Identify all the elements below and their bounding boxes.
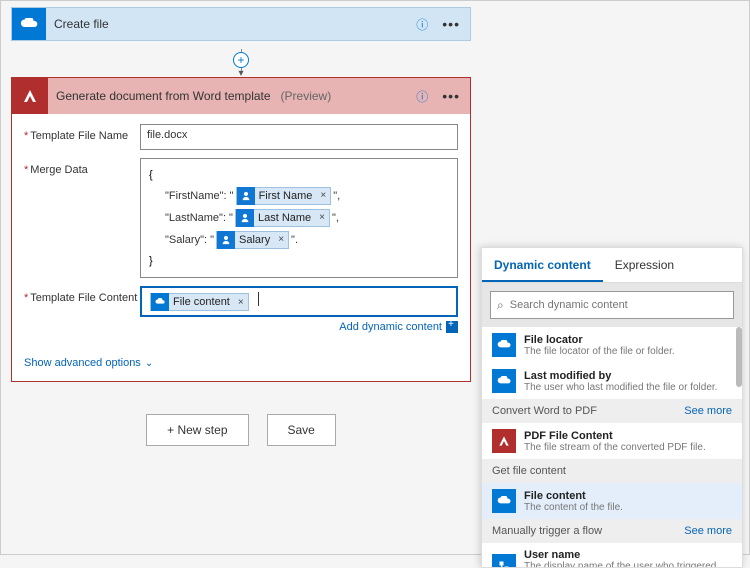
dynamic-content-panel: Dynamic content Expression ⌕ File locato… — [481, 247, 743, 568]
more-icon[interactable]: ••• — [442, 88, 460, 104]
chevron-down-icon: ⌄ — [145, 358, 153, 369]
dc-group-get-file-content: Get file content — [482, 459, 742, 483]
add-dynamic-content-icon[interactable] — [446, 321, 458, 333]
input-template-file-name[interactable]: file.docx — [140, 124, 458, 150]
tab-dynamic-content[interactable]: Dynamic content — [482, 248, 603, 282]
action-header[interactable]: Generate document from Word template (Pr… — [12, 78, 470, 114]
remove-token-icon[interactable]: × — [316, 186, 330, 206]
add-dynamic-content-link[interactable]: Add dynamic content — [339, 321, 442, 333]
token-first-name[interactable]: First Name × — [236, 187, 332, 205]
new-step-button[interactable]: + New step — [146, 414, 248, 446]
merge-line: "Salary": " Salary × ". — [149, 229, 449, 251]
add-step-button[interactable]: + — [233, 52, 249, 68]
onedrive-icon — [492, 369, 516, 393]
input-template-file-content[interactable]: File content × — [140, 286, 458, 317]
label-template-file-content: *Template File Content — [24, 286, 140, 304]
label-merge-data: *Merge Data — [24, 158, 140, 176]
token-last-name[interactable]: Last Name × — [235, 209, 330, 227]
help-icon[interactable]: ⓘ — [416, 88, 428, 105]
remove-token-icon[interactable]: × — [274, 230, 288, 250]
adobe-icon — [12, 78, 48, 114]
connector: + ▾ — [11, 49, 471, 77]
see-more-link[interactable]: See more — [684, 405, 732, 417]
onedrive-icon — [492, 489, 516, 513]
save-button[interactable]: Save — [267, 414, 336, 446]
dynamic-content-list: File locatorThe file locator of the file… — [482, 327, 742, 567]
step-title: Create file — [54, 17, 408, 31]
dc-item-file-locator[interactable]: File locatorThe file locator of the file… — [482, 327, 742, 363]
scrollbar[interactable] — [736, 327, 742, 387]
tab-expression[interactable]: Expression — [603, 248, 686, 282]
arrow-down-icon: ▾ — [238, 71, 243, 77]
dc-group-convert-word: Convert Word to PDFSee more — [482, 399, 742, 423]
onedrive-icon — [12, 8, 46, 40]
search-input[interactable] — [510, 299, 727, 311]
dc-item-last-modified-by[interactable]: Last modified byThe user who last modifi… — [482, 363, 742, 399]
search-icon: ⌕ — [497, 298, 504, 313]
flow-icon — [492, 554, 516, 567]
label-template-file-name: *Template File Name — [24, 124, 140, 142]
action-title: Generate document from Word template — [56, 89, 271, 103]
adobe-icon — [492, 429, 516, 453]
more-icon[interactable]: ••• — [442, 16, 460, 32]
dc-group-manual-trigger: Manually trigger a flowSee more — [482, 519, 742, 543]
remove-token-icon[interactable]: × — [234, 297, 248, 308]
show-advanced-options[interactable]: Show advanced options⌄ — [12, 349, 470, 381]
help-icon[interactable]: ⓘ — [416, 16, 428, 33]
onedrive-icon — [492, 333, 516, 357]
remove-token-icon[interactable]: × — [315, 208, 329, 228]
search-dynamic-content[interactable]: ⌕ — [490, 291, 734, 319]
action-generate-document: Generate document from Word template (Pr… — [11, 77, 471, 382]
action-suffix: (Preview) — [281, 89, 332, 103]
merge-line: "FirstName": " First Name × ", — [149, 185, 449, 207]
dc-item-pdf-file-content[interactable]: PDF File ContentThe file stream of the c… — [482, 423, 742, 459]
input-merge-data[interactable]: { "FirstName": " First Name × ", "LastNa — [140, 158, 458, 278]
dc-item-file-content[interactable]: File contentThe content of the file. — [482, 483, 742, 519]
step-create-file[interactable]: Create file ⓘ ••• — [11, 7, 471, 41]
see-more-link[interactable]: See more — [684, 525, 732, 537]
merge-line: "LastName": " Last Name × ", — [149, 207, 449, 229]
token-file-content[interactable]: File content × — [150, 293, 249, 311]
token-salary[interactable]: Salary × — [216, 231, 289, 249]
dc-item-user-name[interactable]: User nameThe display name of the user wh… — [482, 543, 742, 567]
